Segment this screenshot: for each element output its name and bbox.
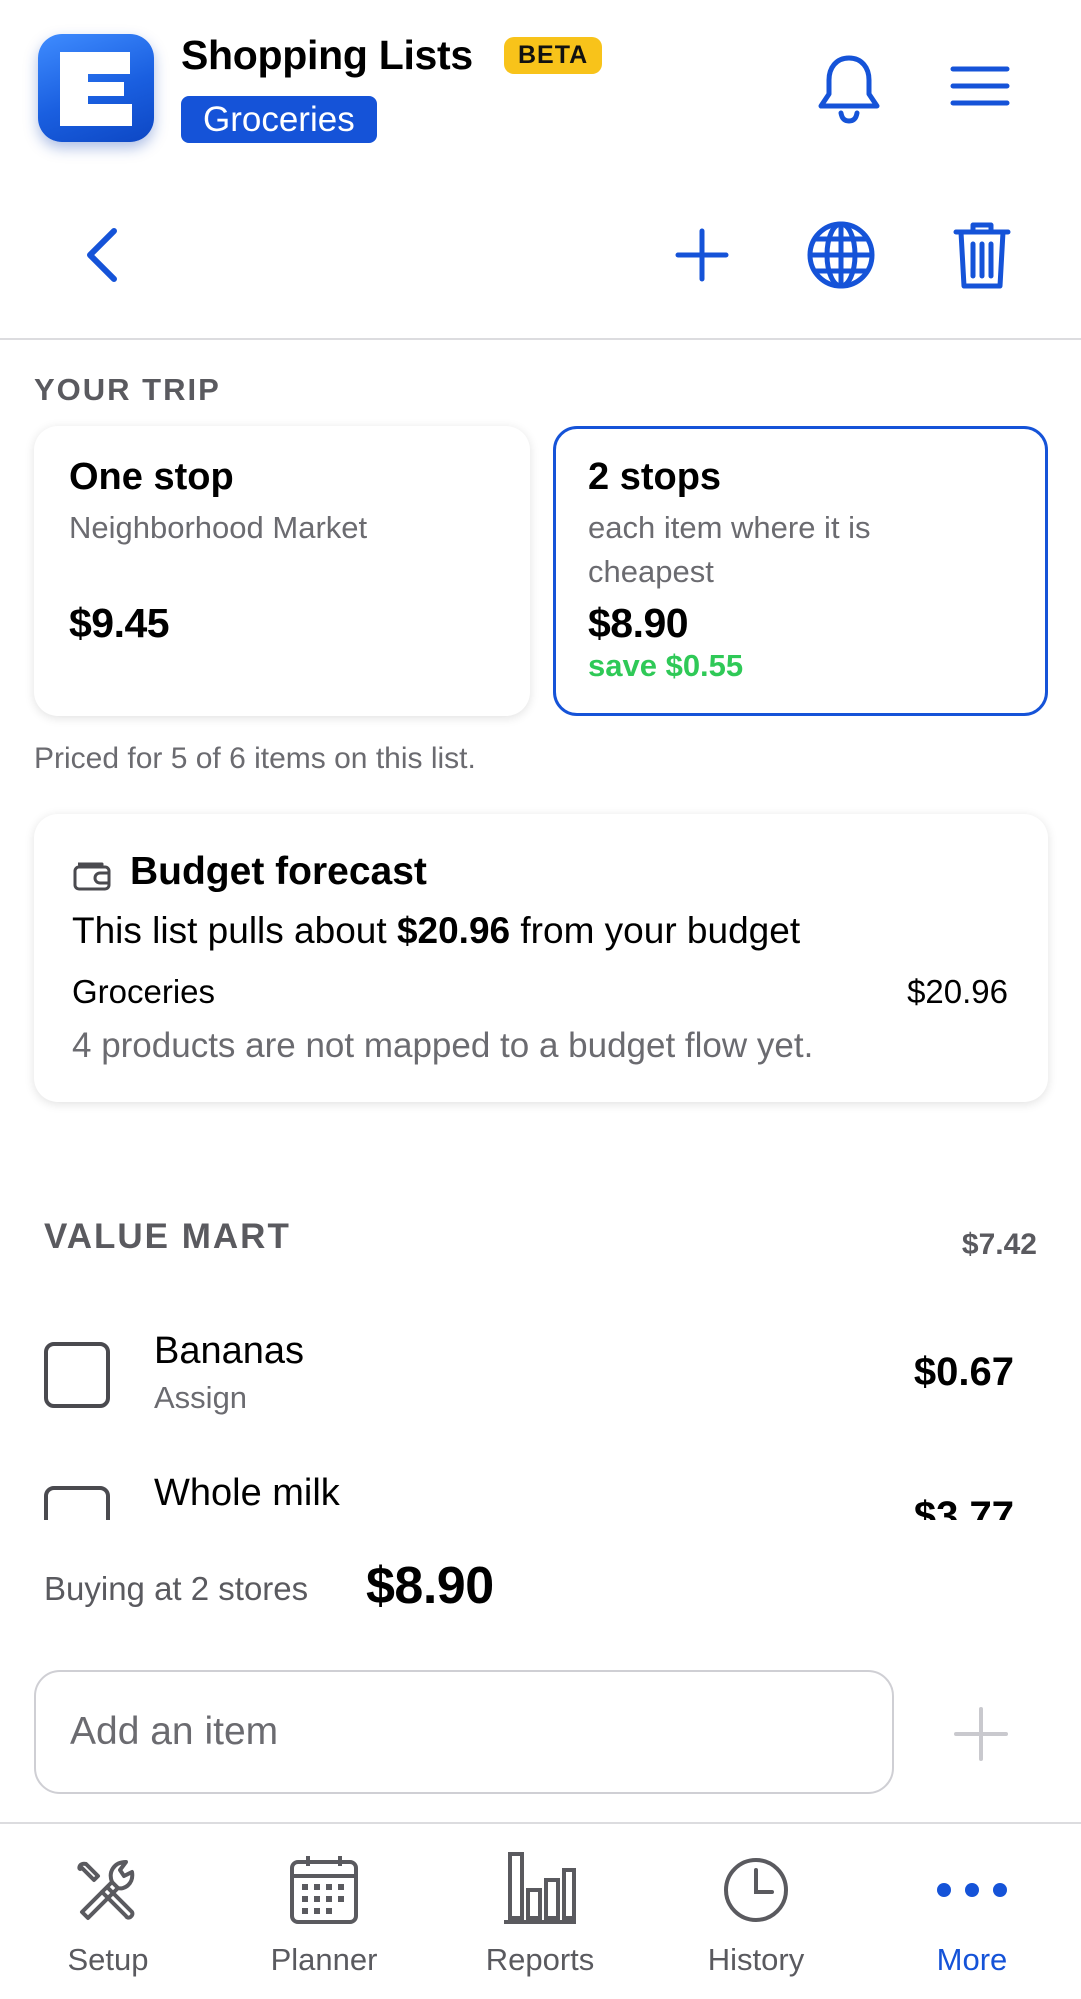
- budget-summary-prefix: This list pulls about: [72, 910, 387, 951]
- tools-icon: [68, 1850, 148, 1930]
- trip-option-one-stop[interactable]: One stop Neighborhood Market $9.45: [34, 426, 530, 716]
- bar-chart-icon: [500, 1850, 580, 1930]
- trip-total-label: Buying at 2 stores: [44, 1570, 309, 1607]
- tab-label: History: [707, 1942, 805, 1977]
- tab-label: Setup: [67, 1942, 149, 1977]
- trip-total-amount: $8.90: [366, 1557, 494, 1615]
- beta-badge: BETA: [504, 37, 603, 74]
- budget-category: Groceries: [72, 973, 216, 1010]
- list-item[interactable]: Whole milk $3.77: [0, 1472, 1081, 1520]
- clock-icon: [716, 1850, 796, 1930]
- list-item[interactable]: Bananas Assign $0.67: [0, 1330, 1081, 1460]
- calendar-icon: [284, 1850, 364, 1930]
- bottom-tab-bar: Setup Planner Reports History More: [0, 1822, 1081, 1999]
- trip-option-title: 2 stops: [588, 456, 722, 498]
- trip-option-title: One stop: [69, 456, 234, 498]
- budget-forecast-card[interactable]: Budget forecast This list pulls about $2…: [34, 814, 1048, 1102]
- toolbar-divider: [0, 338, 1081, 340]
- add-button[interactable]: [664, 200, 740, 310]
- globe-icon: [807, 221, 875, 289]
- item-assign-link[interactable]: Assign: [154, 1380, 247, 1416]
- trash-icon: [953, 222, 1011, 289]
- item-name: Whole milk: [154, 1472, 340, 1514]
- tab-more[interactable]: More: [864, 1824, 1080, 1999]
- tab-history[interactable]: History: [648, 1824, 864, 1999]
- store-total: $7.42: [961, 1228, 1037, 1261]
- trip-option-price: $8.90: [588, 600, 689, 646]
- trip-savings-label: save $0.55: [588, 648, 744, 683]
- chevron-left-icon: [87, 228, 117, 282]
- budget-summary-suffix: from your budget: [520, 910, 801, 951]
- trip-option-subtitle: Neighborhood Market: [69, 510, 368, 545]
- budget-category-amount: $20.96: [907, 973, 1008, 1010]
- plus-icon: [675, 228, 729, 282]
- more-dots-icon: [932, 1850, 1012, 1930]
- list-name-chip[interactable]: Groceries: [181, 96, 377, 143]
- item-price: $3.77: [913, 1494, 1014, 1520]
- add-item-plus-icon[interactable]: [950, 1703, 1012, 1765]
- trip-option-price: $9.45: [69, 600, 170, 646]
- trip-option-two-stops[interactable]: 2 stops each item where it is cheapest $…: [553, 426, 1048, 716]
- add-item-input[interactable]: [34, 1670, 894, 1794]
- globe-button[interactable]: [798, 200, 884, 310]
- store-item-list: Bananas Assign $0.67 Whole milk $3.77: [0, 1300, 1081, 1520]
- list-toolbar: [0, 200, 1081, 310]
- app-title: Shopping Lists: [181, 32, 473, 78]
- item-price: $0.67: [913, 1350, 1014, 1394]
- wallet-icon: [72, 858, 112, 892]
- hamburger-menu-icon[interactable]: [950, 64, 1010, 108]
- tab-planner[interactable]: Planner: [216, 1824, 432, 1999]
- tab-setup[interactable]: Setup: [0, 1824, 216, 1999]
- tab-label: Reports: [485, 1942, 595, 1977]
- item-checkbox[interactable]: [44, 1486, 110, 1520]
- delete-list-button[interactable]: [944, 200, 1020, 310]
- tab-reports[interactable]: Reports: [432, 1824, 648, 1999]
- priced-items-note: Priced for 5 of 6 items on this list.: [34, 742, 476, 775]
- trip-section-label: YOUR TRIP: [34, 372, 221, 407]
- budget-title: Budget forecast: [130, 850, 427, 893]
- tab-label: Planner: [270, 1942, 378, 1977]
- store-name: VALUE MART: [44, 1217, 291, 1256]
- back-button[interactable]: [62, 200, 142, 310]
- tab-label: More: [936, 1942, 1008, 1977]
- app-header: Shopping Lists BETA Groceries: [0, 0, 1081, 170]
- budget-summary: This list pulls about $20.96 from your b…: [72, 910, 800, 952]
- item-checkbox[interactable]: [44, 1342, 110, 1408]
- budget-unmapped-warning: 4 products are not mapped to a budget fl…: [72, 1026, 814, 1065]
- budget-summary-amount: $20.96: [396, 910, 511, 951]
- item-name: Bananas: [154, 1330, 305, 1372]
- app-logo: [38, 34, 154, 142]
- trip-option-subtitle: each item where it is cheapest: [588, 510, 871, 589]
- bell-icon[interactable]: [812, 50, 886, 126]
